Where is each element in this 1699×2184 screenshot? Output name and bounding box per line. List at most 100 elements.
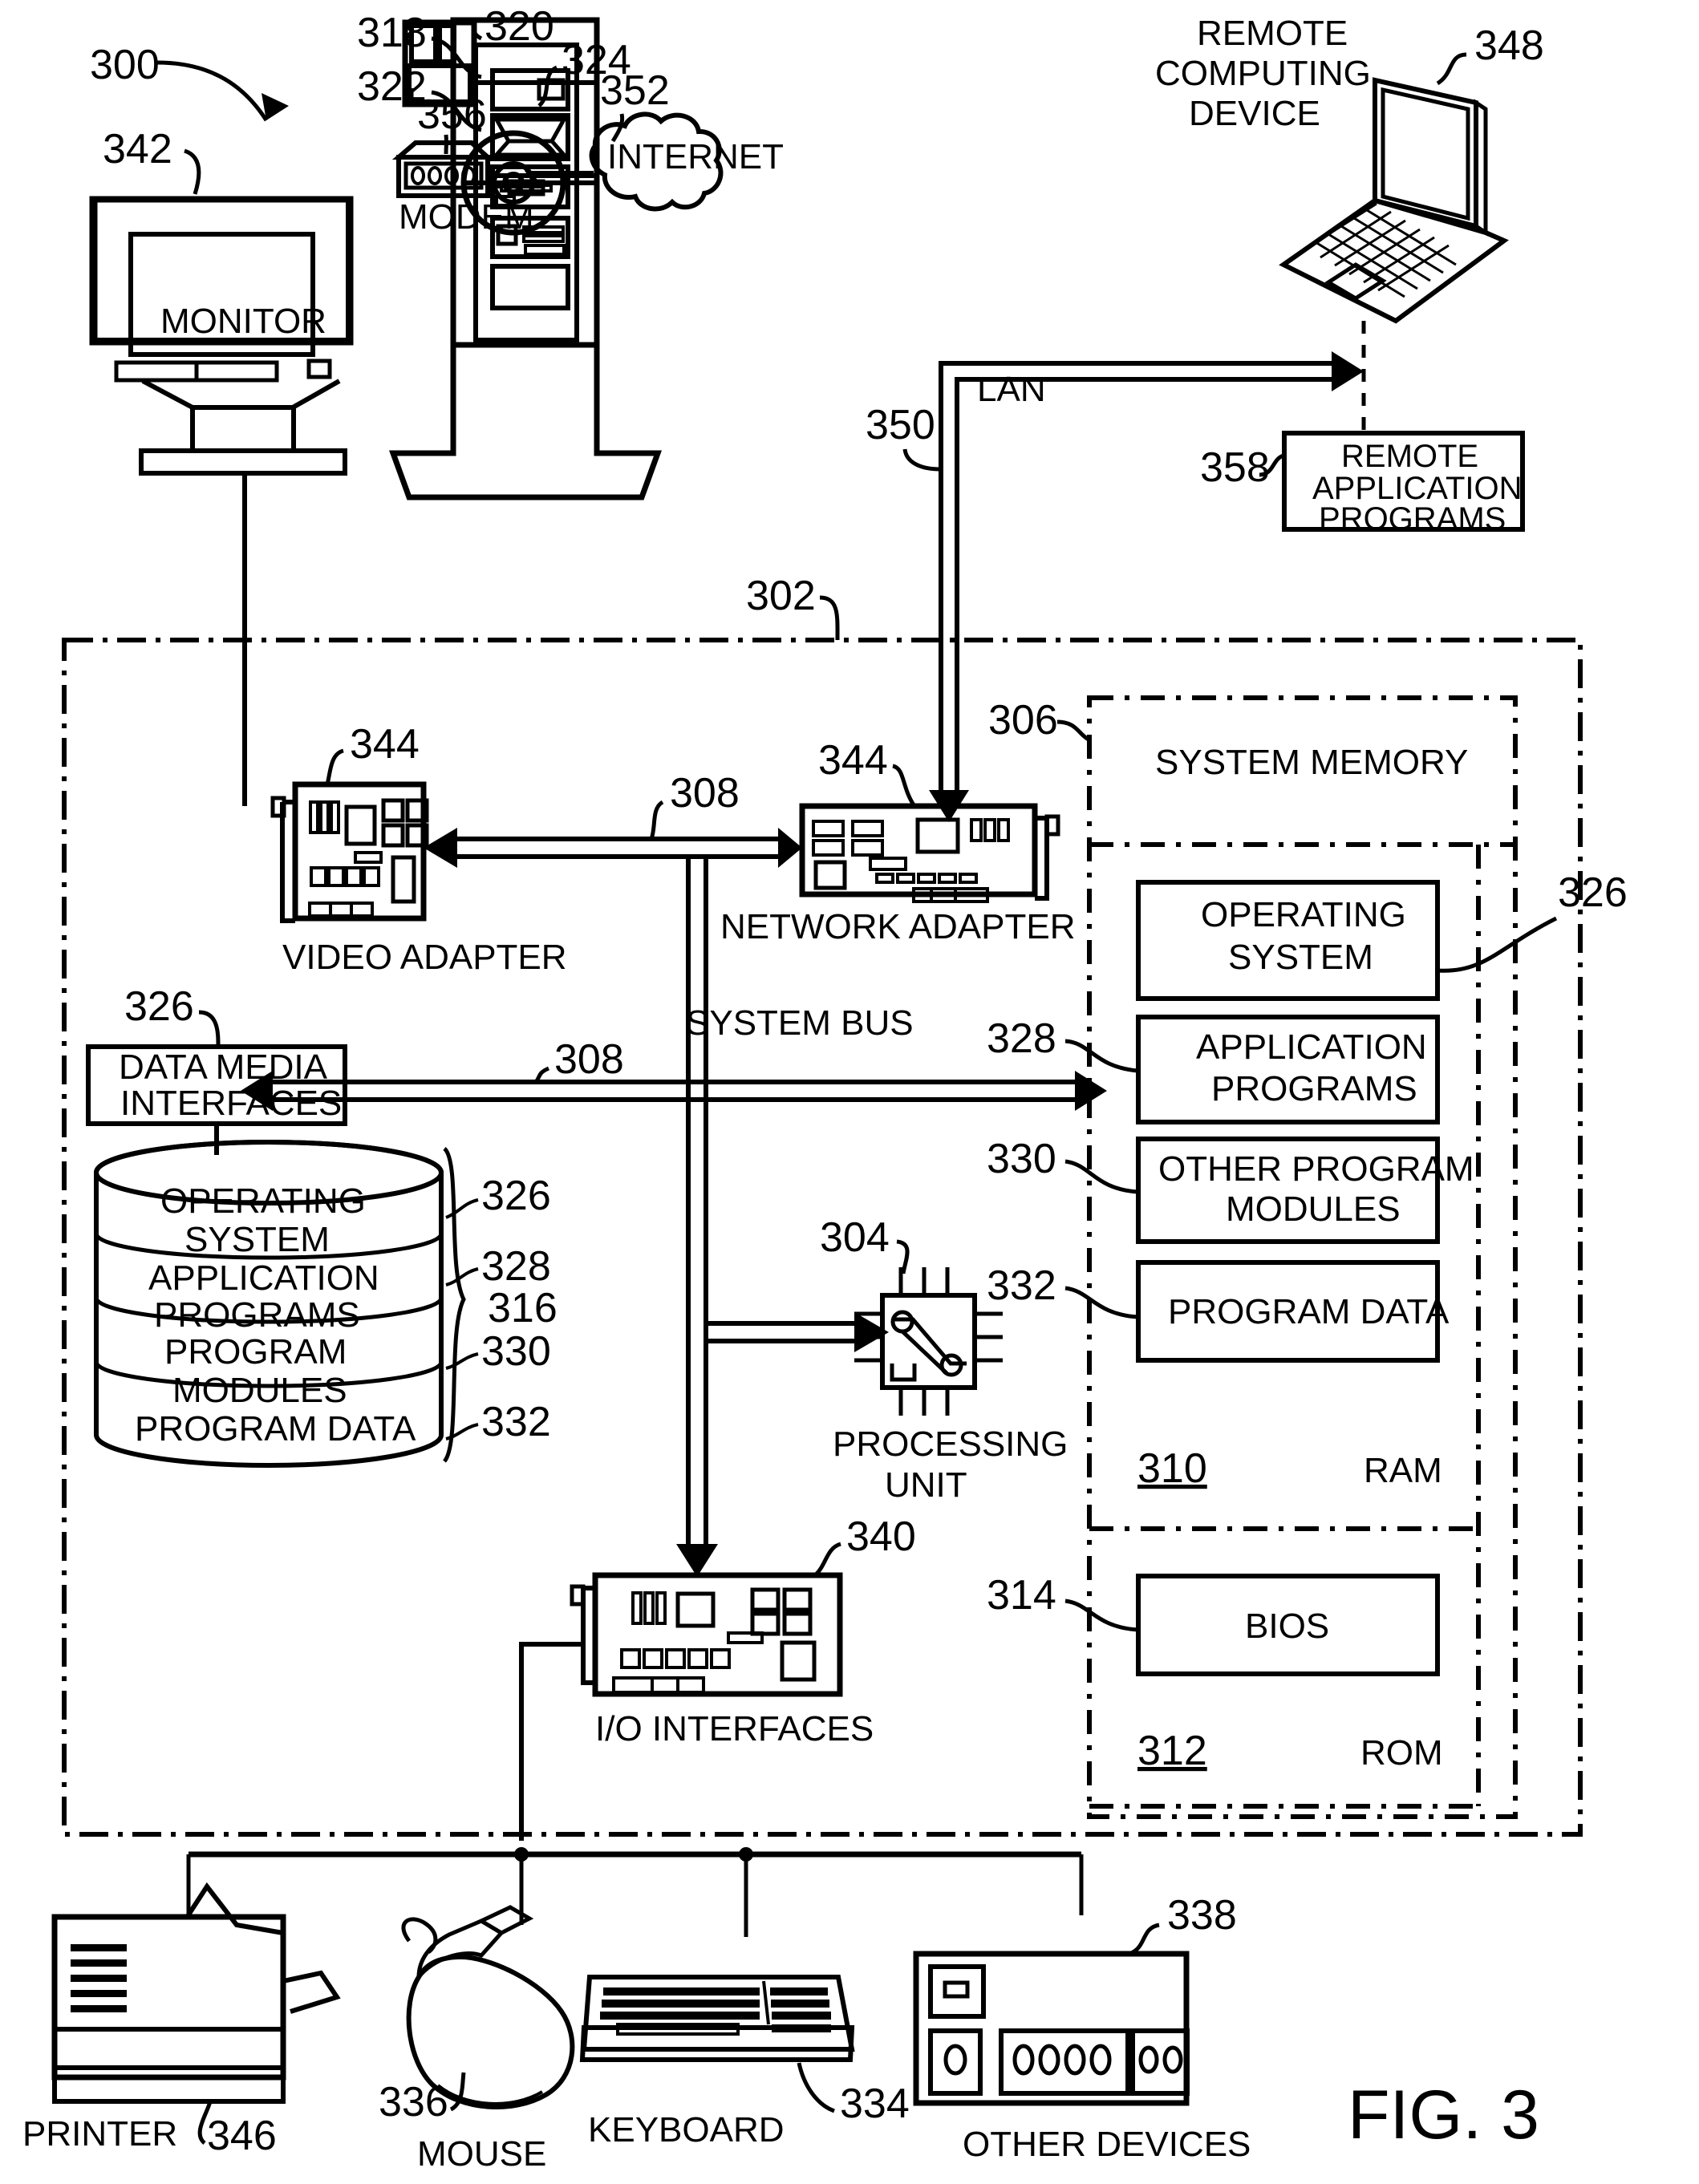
laptop-screen bbox=[1381, 87, 1470, 221]
ref-330-memory: 330 bbox=[987, 1136, 1056, 1182]
ref-338: 338 bbox=[1167, 1892, 1237, 1939]
va-edge-1 bbox=[308, 902, 332, 918]
printer-base bbox=[52, 2065, 286, 2104]
odp-c-2 bbox=[1162, 2045, 1183, 2074]
na-c5 bbox=[959, 873, 978, 884]
monitor-group-final: MONITOR bbox=[89, 196, 354, 806]
leader-344-network bbox=[892, 764, 917, 808]
ref-320: 320 bbox=[485, 3, 554, 50]
ref-302: 302 bbox=[746, 573, 816, 619]
printer-output-tray bbox=[282, 1970, 341, 2014]
modem-label: MODEM bbox=[399, 197, 534, 237]
io-sq-5 bbox=[710, 1648, 731, 1669]
leader-320 bbox=[472, 25, 483, 41]
memory-os-line-2: SYSTEM bbox=[1228, 938, 1373, 977]
na-r2 bbox=[851, 820, 884, 837]
ref-316-disk: 316 bbox=[488, 1285, 558, 1331]
va-sq-2 bbox=[327, 866, 345, 887]
leader-328-memory bbox=[1064, 1039, 1138, 1073]
other-devices-port-a bbox=[928, 2028, 983, 2096]
leader-344-video bbox=[325, 748, 344, 785]
cpu-pins-bottom bbox=[898, 1388, 950, 1416]
processing-unit-line-2: UNIT bbox=[885, 1465, 967, 1505]
odp-b-3 bbox=[1064, 2044, 1086, 2076]
na-c1 bbox=[875, 873, 894, 884]
other-devices-group: OTHER DEVICES 338 bbox=[913, 1892, 1251, 2164]
bus-junction-1 bbox=[514, 1847, 529, 1862]
disk-ap-line-2: PROGRAMS bbox=[154, 1295, 360, 1335]
monitor-neck bbox=[190, 405, 296, 453]
io-edge-2 bbox=[651, 1676, 679, 1694]
disk-ap-line-1: APPLICATION bbox=[148, 1258, 379, 1298]
ref-344-network: 344 bbox=[818, 737, 888, 784]
cpu-body bbox=[880, 1293, 977, 1390]
cpu-pins bbox=[854, 1267, 1003, 1416]
leader-326-dmi bbox=[198, 1010, 221, 1047]
ref-344-video: 344 bbox=[350, 721, 420, 768]
na-pin-3 bbox=[997, 818, 1010, 842]
ref-334: 334 bbox=[840, 2081, 910, 2127]
ref-346: 346 bbox=[207, 2113, 277, 2159]
figure-caption: FIG. 3 bbox=[1348, 2077, 1539, 2154]
io-pin-2 bbox=[643, 1591, 655, 1625]
leader-300 bbox=[156, 60, 269, 122]
rap-line-3: PROGRAMS bbox=[1319, 501, 1506, 537]
disk-brace bbox=[442, 1147, 466, 1463]
odp-b-4 bbox=[1089, 2044, 1112, 2076]
kb-divider bbox=[762, 1980, 770, 2025]
na-c3 bbox=[917, 873, 936, 884]
video-adapter-group: VIDEO ADAPTER 344 bbox=[270, 721, 567, 977]
va-chip-e bbox=[391, 855, 416, 904]
na-c2 bbox=[896, 873, 915, 884]
leader-306 bbox=[1056, 719, 1090, 742]
io-chip-d bbox=[782, 1611, 813, 1636]
ref-306: 306 bbox=[988, 697, 1058, 744]
ram-label: RAM bbox=[1364, 1451, 1442, 1490]
mouse-group: 336 MOUSE bbox=[379, 1905, 575, 2174]
printer-vents bbox=[71, 1944, 127, 2012]
ref-330-disk: 330 bbox=[481, 1328, 551, 1375]
processing-unit-group: PROCESSING UNIT 304 bbox=[820, 1214, 1068, 1505]
system-memory-group: SYSTEM MEMORY 306 OPERATING SYSTEM 326 A… bbox=[987, 695, 1628, 1819]
memory-ap-line-1: APPLICATION bbox=[1196, 1027, 1427, 1067]
keyboard-group: KEYBOARD 334 bbox=[579, 1975, 910, 2150]
cpu-trace-2 bbox=[890, 1363, 917, 1382]
io-edge-3 bbox=[676, 1676, 705, 1694]
ref-328-disk: 328 bbox=[481, 1243, 551, 1290]
other-devices-display-inner bbox=[943, 1980, 970, 1999]
io-res-1 bbox=[727, 1631, 764, 1644]
leader-334 bbox=[797, 2062, 835, 2113]
io-tab bbox=[570, 1584, 586, 1607]
disk-pd-label: PROGRAM DATA bbox=[135, 1409, 416, 1449]
na-r1 bbox=[812, 820, 845, 837]
io-pin-3 bbox=[655, 1591, 667, 1625]
leader-308-top bbox=[649, 800, 664, 840]
va-pin-2 bbox=[319, 800, 330, 834]
root-ref-300: 300 bbox=[90, 42, 289, 122]
ref-336: 336 bbox=[379, 2079, 448, 2125]
ref-352: 352 bbox=[600, 67, 670, 114]
va-sq-4 bbox=[363, 866, 380, 887]
va-edge-2 bbox=[329, 902, 353, 918]
monitor-power-led bbox=[306, 359, 332, 379]
bus-cpu-lines bbox=[706, 1321, 854, 1343]
memory-os-line-1: OPERATING bbox=[1201, 895, 1406, 934]
va-edge-3 bbox=[350, 902, 374, 918]
memory-opm-line-2: MODULES bbox=[1226, 1189, 1401, 1229]
na-chip-main bbox=[915, 817, 960, 854]
laptop-lid-edge bbox=[1474, 99, 1488, 237]
leader-302 bbox=[819, 595, 840, 641]
system-bus-label: SYSTEM BUS bbox=[686, 1003, 914, 1043]
ref-342: 342 bbox=[103, 126, 172, 172]
ref-312-rom: 312 bbox=[1137, 1728, 1207, 1774]
leader-340 bbox=[813, 1542, 841, 1577]
disk-storage-group: OPERATING SYSTEM APPLICATION PROGRAMS PR… bbox=[94, 1140, 558, 1468]
odp-b-2 bbox=[1038, 2044, 1060, 2076]
leader-348 bbox=[1436, 52, 1467, 86]
system-memory-outline bbox=[1087, 695, 1518, 1819]
printer-vent-5 bbox=[71, 2005, 127, 2012]
system-memory-label: SYSTEM MEMORY bbox=[1155, 743, 1468, 782]
leader-326-memory bbox=[1437, 916, 1558, 973]
va-sq-1 bbox=[310, 866, 327, 887]
io-edge-1 bbox=[612, 1676, 654, 1694]
